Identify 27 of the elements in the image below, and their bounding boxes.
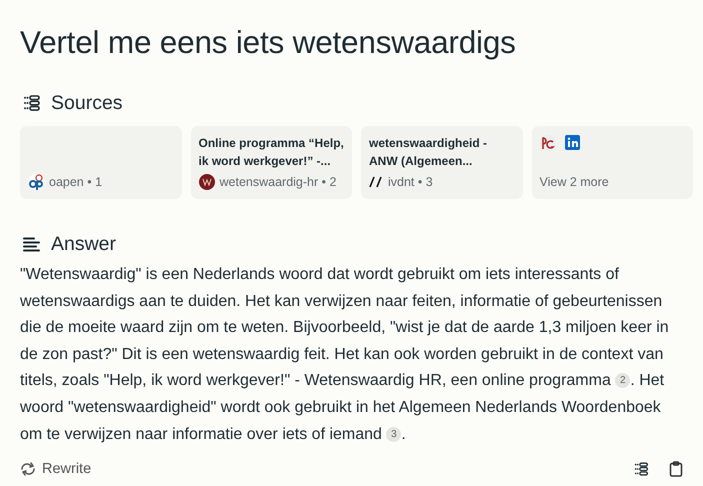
answer-paragraph: "Wetenswaardig" is een Nederlands woord dat wordt gebruikt om iets interessants of wetenswaardigs aan te duiden. Het kan verwijzen naar feiten, informatie of gebeurtenissen die de moeite waard zijn om te weten. Bijvoorbeeld, "wist je dat de aarde 1,3 miljoen keer in de zon past?" Dit is een wetenswaardig feit. Het kan ook worden gebruikt in de context van titels, zoals "Help, ik word werkgever!" - Wetenswaardig HR, een online programma 2 . Het woord "wetenswaardigheid" wordt ook gebruikt in het Algemeen Nederlands Woordenboek om te verwijzen naar informatie over iets of iemand 3 . bbox=[20, 265, 670, 445]
source-title: wetenswaardigheid - ANW (Algemeen... bbox=[369, 136, 488, 168]
page-title: Vertel me eens iets wetenswaardigs bbox=[20, 24, 517, 60]
citation-badge[interactable]: 3 bbox=[386, 426, 402, 442]
copy-button[interactable] bbox=[669, 461, 683, 478]
source-card[interactable]: wetenswaardigheid - ANW (Algemeen... ivdnt • 3 bbox=[361, 126, 522, 199]
view-more-card[interactable]: View 2 more bbox=[532, 126, 693, 199]
oapen-logo-icon bbox=[28, 174, 44, 190]
source-site: wetenswaardig-hr • 2 bbox=[220, 174, 336, 190]
citation-badge[interactable]: 2 bbox=[615, 373, 630, 388]
answer-icon bbox=[23, 236, 41, 252]
slashes-icon bbox=[369, 176, 383, 188]
sources-heading: Sources bbox=[51, 91, 123, 116]
logo-icon bbox=[540, 135, 556, 151]
answer-heading: Answer bbox=[51, 232, 116, 257]
sources-icon bbox=[23, 95, 41, 111]
source-title: Online programma “Help, ik word werkgever!” -... bbox=[198, 136, 344, 168]
sources-button[interactable] bbox=[634, 462, 649, 476]
view-more-link[interactable]: View 2 more bbox=[540, 174, 609, 190]
source-site: ivdnt • 3 bbox=[388, 174, 433, 190]
source-card[interactable]: Online programma “Help, ik word werkgever!” -... wetenswaardig-hr • 2 bbox=[190, 126, 352, 199]
rewrite-button[interactable]: Rewrite bbox=[20, 461, 92, 478]
linkedin-icon bbox=[564, 135, 580, 150]
source-card[interactable]: oapen • 1 bbox=[20, 126, 182, 199]
rewrite-icon bbox=[20, 461, 36, 478]
source-site: oapen • 1 bbox=[49, 174, 102, 190]
logo-icon bbox=[198, 174, 214, 190]
